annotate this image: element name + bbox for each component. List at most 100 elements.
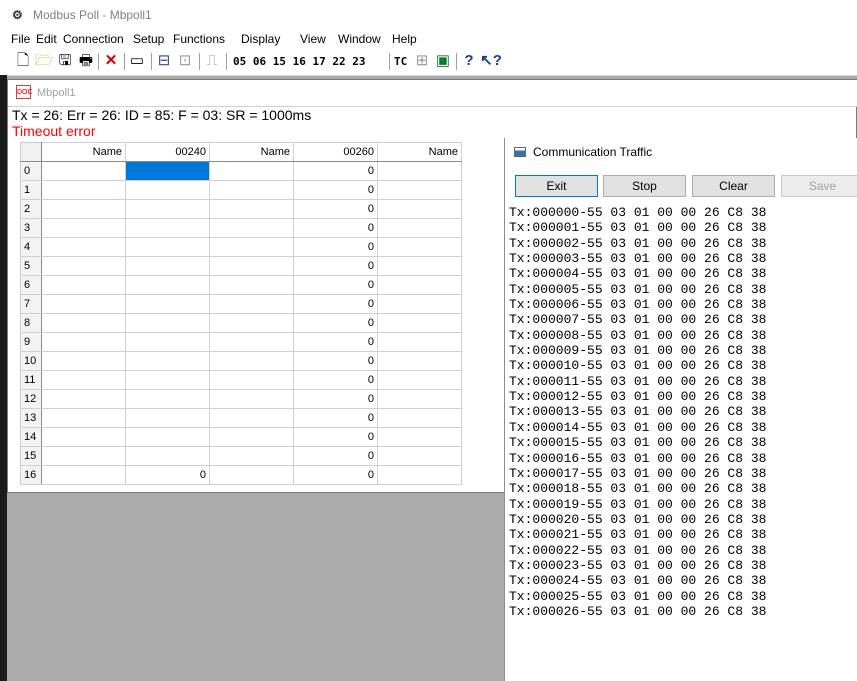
exit-button[interactable]: Exit bbox=[515, 175, 598, 197]
name-cell[interactable] bbox=[41, 275, 126, 295]
value-cell[interactable]: 0 bbox=[293, 446, 378, 466]
traffic-log[interactable]: Tx:000000-55 03 01 00 00 26 C8 38 Tx:0000… bbox=[509, 205, 766, 619]
name-cell[interactable] bbox=[41, 199, 126, 219]
name-cell[interactable] bbox=[41, 465, 126, 485]
name-cell[interactable] bbox=[41, 446, 126, 466]
name-cell[interactable] bbox=[41, 370, 126, 390]
tc-button[interactable]: TC bbox=[394, 53, 407, 70]
name-cell[interactable] bbox=[209, 351, 294, 371]
row-number[interactable]: 11 bbox=[20, 370, 42, 390]
save-icon[interactable]: 🖫 bbox=[56, 52, 74, 70]
name-cell[interactable] bbox=[377, 427, 462, 447]
name-cell[interactable] bbox=[209, 313, 294, 333]
new-file-icon[interactable]: 🗋 bbox=[14, 52, 32, 70]
value-cell[interactable] bbox=[125, 427, 210, 447]
row-number[interactable]: 7 bbox=[20, 294, 42, 314]
pulse-icon[interactable]: ⎍ bbox=[203, 52, 221, 70]
name-cell[interactable] bbox=[377, 237, 462, 257]
name-cell[interactable] bbox=[377, 370, 462, 390]
name-cell[interactable] bbox=[209, 446, 294, 466]
name-cell[interactable] bbox=[209, 218, 294, 238]
value-cell[interactable] bbox=[125, 370, 210, 390]
name-cell[interactable] bbox=[209, 465, 294, 485]
name-cell[interactable] bbox=[377, 446, 462, 466]
menu-window[interactable]: Window bbox=[338, 32, 381, 46]
value-cell[interactable] bbox=[125, 275, 210, 295]
column-header[interactable]: 00240 bbox=[125, 142, 210, 162]
delete-icon[interactable]: ✕ bbox=[102, 52, 120, 70]
clear-button[interactable]: Clear bbox=[692, 175, 775, 197]
row-number[interactable]: 4 bbox=[20, 237, 42, 257]
name-cell[interactable] bbox=[209, 199, 294, 219]
grid-corner[interactable] bbox=[20, 142, 42, 162]
value-cell[interactable] bbox=[125, 256, 210, 276]
row-number[interactable]: 9 bbox=[20, 332, 42, 352]
stop-button[interactable]: Stop bbox=[603, 175, 686, 197]
value-cell[interactable]: 0 bbox=[293, 389, 378, 409]
row-number[interactable]: 2 bbox=[20, 199, 42, 219]
value-cell[interactable]: 0 bbox=[293, 161, 378, 181]
name-cell[interactable] bbox=[41, 256, 126, 276]
value-cell[interactable] bbox=[125, 446, 210, 466]
menu-file[interactable]: File bbox=[11, 32, 30, 46]
name-cell[interactable] bbox=[41, 408, 126, 428]
name-cell[interactable] bbox=[41, 332, 126, 352]
name-cell[interactable] bbox=[41, 313, 126, 333]
value-cell[interactable]: 0 bbox=[293, 218, 378, 238]
monitor-icon[interactable]: ▣ bbox=[434, 52, 452, 70]
menu-edit[interactable]: Edit bbox=[36, 32, 57, 46]
menu-functions[interactable]: Functions bbox=[173, 32, 225, 46]
row-number[interactable]: 15 bbox=[20, 446, 42, 466]
name-cell[interactable] bbox=[377, 313, 462, 333]
name-cell[interactable] bbox=[377, 275, 462, 295]
function-code-buttons[interactable]: 05 06 15 16 17 22 23 bbox=[233, 53, 365, 70]
name-cell[interactable] bbox=[41, 161, 126, 181]
row-number[interactable]: 0 bbox=[20, 161, 42, 181]
value-cell[interactable] bbox=[125, 389, 210, 409]
name-cell[interactable] bbox=[209, 180, 294, 200]
menu-connection[interactable]: Connection bbox=[63, 32, 124, 46]
value-cell[interactable] bbox=[125, 351, 210, 371]
window-icon[interactable]: ▭ bbox=[128, 52, 146, 70]
menu-setup[interactable]: Setup bbox=[133, 32, 164, 46]
column-header[interactable]: 00260 bbox=[293, 142, 378, 162]
value-cell[interactable]: 0 bbox=[293, 237, 378, 257]
name-cell[interactable] bbox=[209, 256, 294, 276]
name-cell[interactable] bbox=[377, 180, 462, 200]
name-cell[interactable] bbox=[41, 427, 126, 447]
value-cell[interactable] bbox=[125, 294, 210, 314]
column-header[interactable]: Name bbox=[41, 142, 126, 162]
name-cell[interactable] bbox=[209, 370, 294, 390]
name-cell[interactable] bbox=[377, 218, 462, 238]
name-cell[interactable] bbox=[209, 427, 294, 447]
row-number[interactable]: 16 bbox=[20, 465, 42, 485]
value-cell[interactable]: 0 bbox=[293, 427, 378, 447]
value-cell[interactable]: 0 bbox=[293, 199, 378, 219]
name-cell[interactable] bbox=[377, 199, 462, 219]
value-cell[interactable]: 0 bbox=[293, 332, 378, 352]
name-cell[interactable] bbox=[377, 161, 462, 181]
name-cell[interactable] bbox=[377, 389, 462, 409]
name-cell[interactable] bbox=[41, 294, 126, 314]
row-number[interactable]: 12 bbox=[20, 389, 42, 409]
name-cell[interactable] bbox=[209, 161, 294, 181]
name-cell[interactable] bbox=[41, 218, 126, 238]
value-cell[interactable] bbox=[125, 237, 210, 257]
column-header[interactable]: Name bbox=[377, 142, 462, 162]
value-cell[interactable]: 0 bbox=[293, 313, 378, 333]
name-cell[interactable] bbox=[41, 180, 126, 200]
column-header[interactable]: Name bbox=[209, 142, 294, 162]
disconnect-icon[interactable]: ⊡ bbox=[176, 52, 194, 70]
value-cell[interactable] bbox=[125, 218, 210, 238]
name-cell[interactable] bbox=[377, 332, 462, 352]
value-cell[interactable]: 0 bbox=[293, 408, 378, 428]
row-number[interactable]: 5 bbox=[20, 256, 42, 276]
name-cell[interactable] bbox=[377, 408, 462, 428]
value-cell[interactable]: 0 bbox=[293, 351, 378, 371]
value-cell[interactable]: 0 bbox=[293, 275, 378, 295]
row-number[interactable]: 10 bbox=[20, 351, 42, 371]
name-cell[interactable] bbox=[209, 294, 294, 314]
menu-view[interactable]: View bbox=[300, 32, 326, 46]
name-cell[interactable] bbox=[209, 275, 294, 295]
name-cell[interactable] bbox=[41, 237, 126, 257]
